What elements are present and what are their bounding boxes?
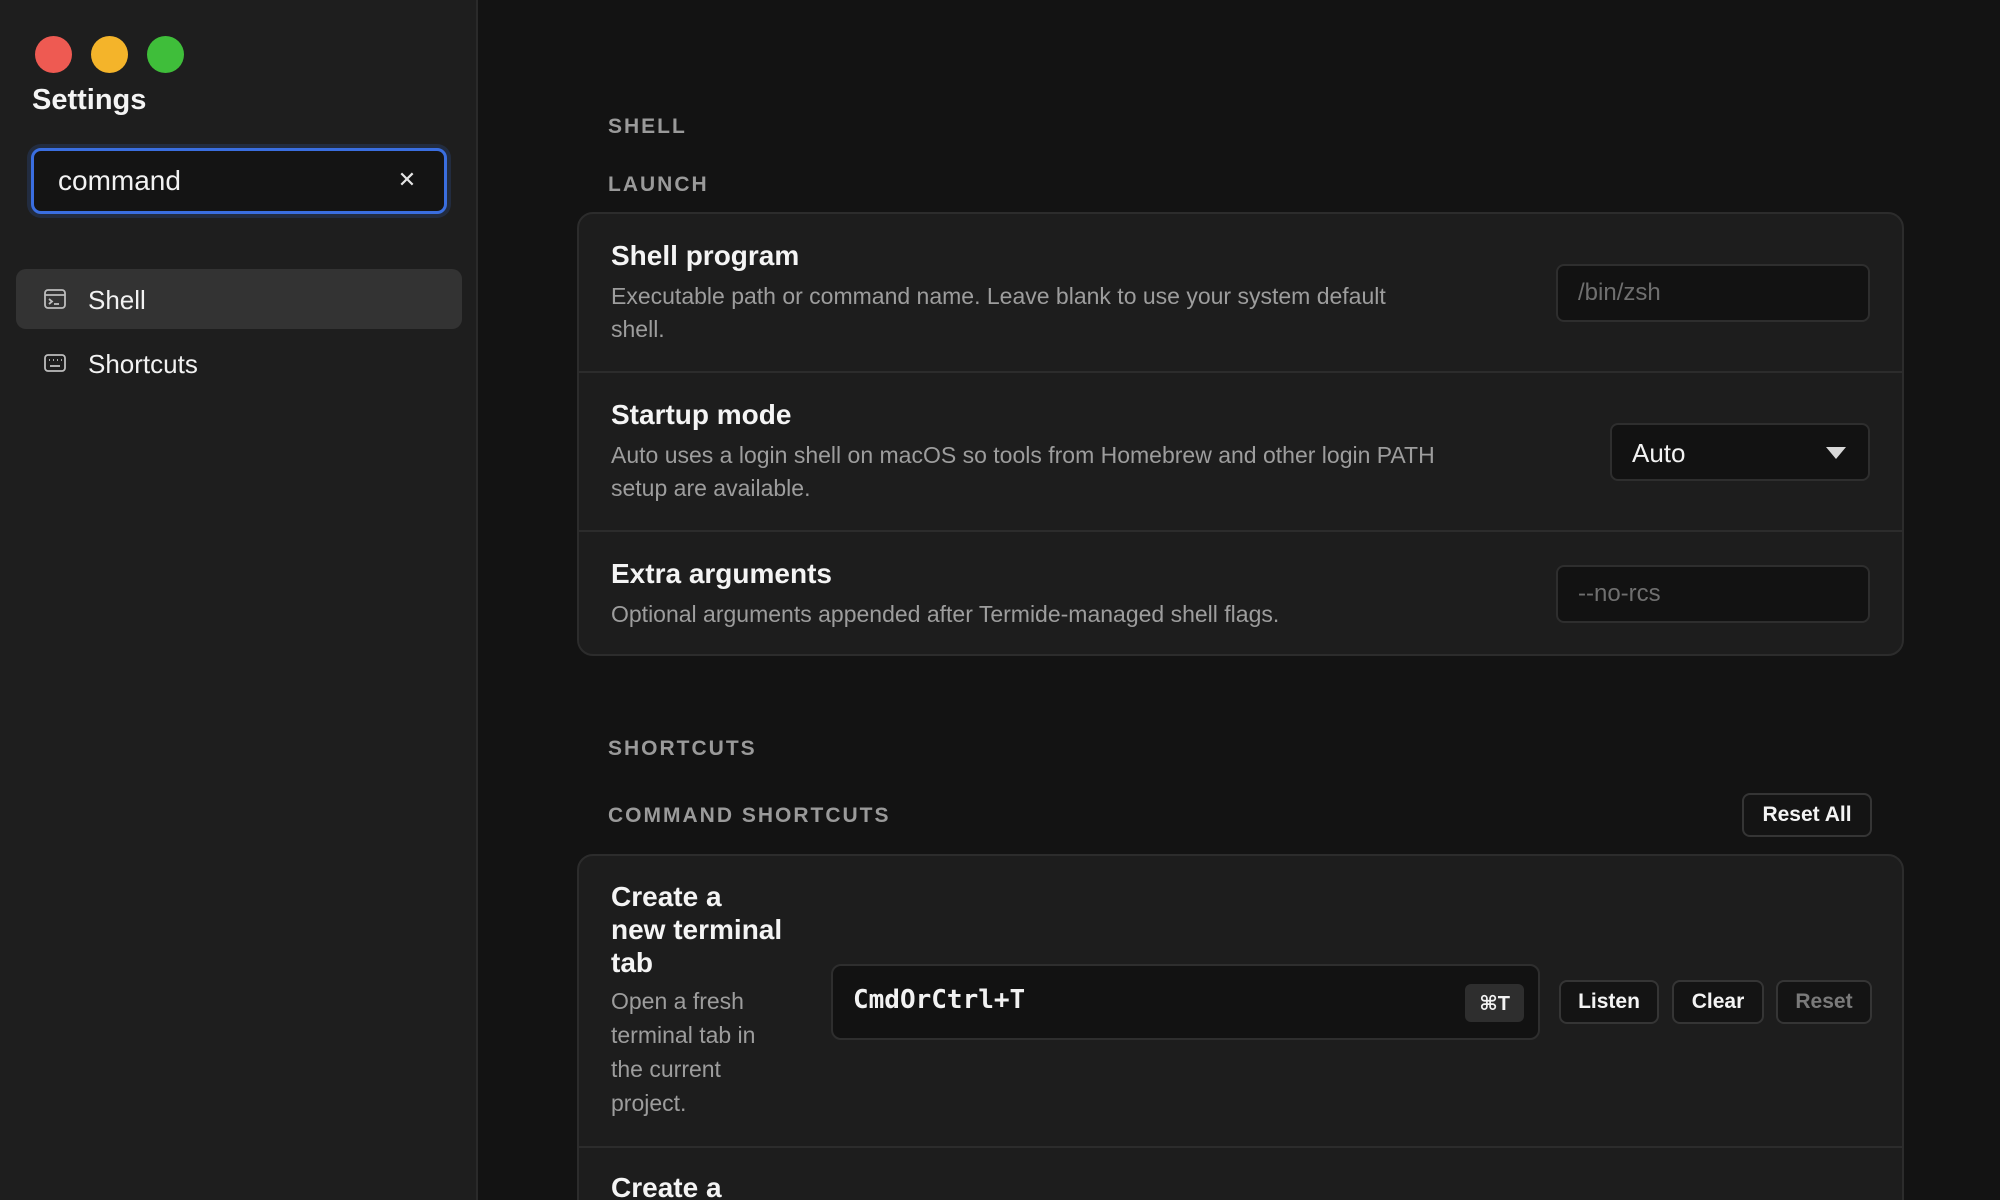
shortcut-row: Create a — [579, 1148, 1902, 1200]
clear-search-icon[interactable]: ✕ — [394, 167, 420, 193]
shortcut-description: Open a fresh terminal tab in the current… — [611, 988, 756, 1116]
close-window-button[interactable] — [35, 36, 72, 73]
search-input[interactable] — [58, 151, 388, 211]
chevron-down-icon — [1826, 447, 1846, 459]
shortcut-badge: ⌘T — [1465, 984, 1524, 1022]
startup-mode-value: Auto — [1632, 438, 1686, 468]
sidebar-item-label: Shortcuts — [88, 349, 198, 379]
shell-program-field — [1556, 264, 1870, 322]
sidebar-item-shortcuts[interactable]: Shortcuts — [16, 333, 462, 393]
section-heading-shell: SHELL — [608, 115, 687, 138]
sidebar-item-label: Shell — [88, 285, 146, 315]
extra-arguments-input[interactable] — [1578, 567, 1848, 621]
terminal-icon — [44, 289, 66, 309]
shortcut-title: Create a new terminal tab — [611, 881, 783, 978]
search-box: ✕ — [31, 148, 447, 214]
shortcut-input[interactable]: CmdOrCtrl+T ⌘T — [831, 964, 1540, 1040]
minimize-window-button[interactable] — [91, 36, 128, 73]
setting-title: Extra arguments — [611, 558, 832, 589]
shortcut-row-new-terminal-tab: Create a new terminal tab Open a fresh t… — [579, 856, 1902, 1148]
setting-title: Shell program — [611, 240, 800, 271]
settings-window: Settings ✕ Shell Shortcuts — [0, 0, 2000, 1200]
keyboard-icon — [44, 354, 66, 372]
reset-button[interactable]: Reset — [1776, 980, 1872, 1024]
window-controls — [35, 36, 184, 73]
listen-button[interactable]: Listen — [1559, 980, 1659, 1024]
setting-row-shell-program: Shell program Executable path or command… — [579, 214, 1902, 373]
reset-all-button[interactable]: Reset All — [1742, 793, 1872, 837]
setting-title: Startup mode — [611, 399, 792, 430]
launch-settings-card: Shell program Executable path or command… — [577, 212, 1904, 656]
setting-description: Optional arguments appended after Termid… — [611, 601, 1280, 627]
setting-description: Executable path or command name. Leave b… — [611, 283, 1386, 342]
sidebar-title: Settings — [32, 84, 147, 116]
section-heading-shortcuts: SHORTCUTS — [608, 737, 757, 760]
group-heading-launch: LAUNCH — [608, 173, 709, 196]
startup-mode-select[interactable]: Auto — [1610, 423, 1870, 481]
shortcut-title: Create a — [611, 1172, 722, 1200]
shortcut-value: CmdOrCtrl+T — [853, 985, 1026, 1015]
extra-arguments-field — [1556, 565, 1870, 623]
shell-program-input[interactable] — [1578, 266, 1848, 320]
setting-row-startup-mode: Startup mode Auto uses a login shell on … — [579, 373, 1902, 532]
clear-button[interactable]: Clear — [1672, 980, 1764, 1024]
command-shortcuts-card: Create a new terminal tab Open a fresh t… — [577, 854, 1904, 1200]
sidebar: Settings ✕ Shell Shortcuts — [0, 0, 478, 1200]
sidebar-item-shell[interactable]: Shell — [16, 269, 462, 329]
zoom-window-button[interactable] — [147, 36, 184, 73]
setting-description: Auto uses a login shell on macOS so tool… — [611, 442, 1435, 501]
setting-row-extra-arguments: Extra arguments Optional arguments appen… — [579, 532, 1902, 654]
group-heading-command-shortcuts: COMMAND SHORTCUTS — [608, 804, 891, 827]
